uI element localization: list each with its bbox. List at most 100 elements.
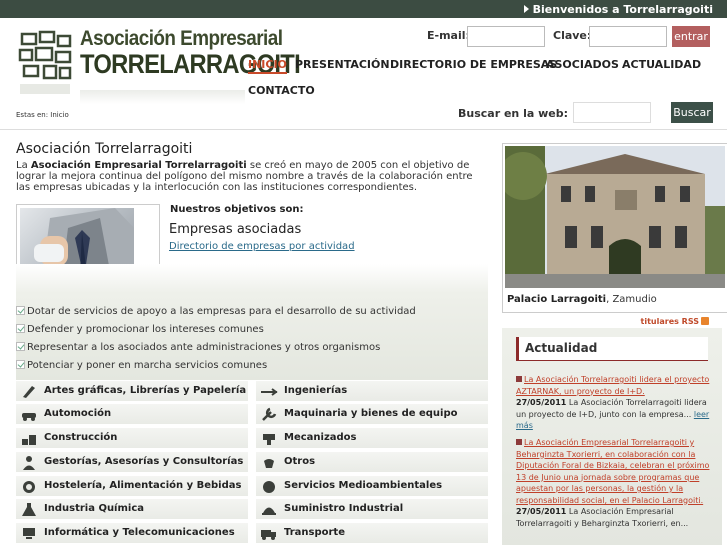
objective-item: Representar a los asociados ante adminis…	[16, 342, 380, 353]
palace-illustration	[505, 146, 725, 288]
email-label: E-mail:	[427, 29, 470, 42]
wrench-icon	[262, 407, 277, 421]
associated-companies-heading: Empresas asociadas	[169, 222, 302, 237]
header: Asociación Empresarial TORRELARRAGOITI E…	[0, 18, 727, 130]
palace-name: Palacio Larragoiti	[507, 294, 607, 305]
truck-icon	[261, 530, 276, 540]
checkmark-icon	[16, 342, 25, 351]
email-field[interactable]	[467, 26, 545, 47]
news-headline-link[interactable]: La Asociación Empresarial Torrelarragoit…	[516, 438, 709, 505]
sector-label: Transporte	[284, 527, 345, 538]
objective-item: Potenciar y poner en marcha servicios co…	[16, 360, 267, 371]
machine-icon	[263, 434, 275, 445]
sector-suministro[interactable]: Suministro Industrial	[256, 499, 488, 520]
objective-text: Potenciar y poner en marcha servicios co…	[27, 360, 268, 371]
news-headline-link[interactable]: La Asociación Torrelarragoiti lidera el …	[516, 375, 709, 396]
bullet-icon	[516, 439, 522, 445]
enter-button[interactable]: entrar	[672, 26, 710, 47]
food-icon	[23, 481, 35, 493]
sector-transporte[interactable]: Transporte	[256, 523, 488, 544]
sector-label: Automoción	[44, 408, 112, 419]
sector-label: Informática y Telecomunicaciones	[44, 527, 235, 538]
objective-item: Dotar de servicios de apoyo a las empres…	[16, 306, 416, 317]
person-icon	[23, 456, 35, 470]
top-bar: Bienvenidos a Torrelarragoiti	[0, 0, 727, 18]
sector-label: Mecanizados	[284, 432, 357, 443]
sector-gestorias[interactable]: Gestorías, Asesorías y Consultorías	[16, 452, 248, 473]
sector-hosteleria[interactable]: Hostelería, Alimentación y Bebidas	[16, 476, 248, 497]
intro-text: La Asociación Empresarial Torrelarragoit…	[16, 160, 484, 193]
checkmark-icon	[16, 360, 25, 369]
nav-item-actualidad[interactable]: ACTUALIDAD	[622, 58, 701, 71]
nav-item-asociados[interactable]: ASOCIADOS	[546, 58, 619, 71]
sector-medioambientales[interactable]: Servicios Medioambientales	[256, 476, 488, 497]
objective-item: Defender y promocionar los intereses com…	[16, 324, 264, 335]
sector-industria-quimica[interactable]: Industria Química	[16, 499, 248, 520]
globe-icon	[263, 481, 275, 493]
nav-item-contacto[interactable]: CONTACTO	[248, 84, 315, 97]
objectives-label: Nuestros objetivos son:	[170, 204, 304, 215]
login-form: E-mail: Clave: entrar	[427, 26, 710, 47]
sector-automocion[interactable]: Automoción	[16, 404, 248, 425]
objective-text: Representar a los asociados ante adminis…	[27, 342, 381, 353]
breadcrumb: Estas en: Inicio	[16, 111, 69, 119]
sector-label: Otros	[284, 456, 316, 467]
objective-text: Defender y promocionar los intereses com…	[27, 324, 264, 335]
sector-label: Construcción	[44, 432, 118, 443]
helmet-icon	[262, 507, 276, 515]
search-button[interactable]: Buscar	[671, 102, 713, 123]
logo-reflection	[80, 90, 245, 104]
sector-label: Servicios Medioambientales	[284, 480, 443, 491]
search-label: Buscar en la web:	[458, 107, 568, 120]
search-input[interactable]	[573, 102, 651, 123]
sector-maquinaria[interactable]: Maquinaria y bienes de equipo	[256, 404, 488, 425]
sector-ingenierias[interactable]: Ingenierías	[256, 381, 488, 402]
search-form: Buscar en la web: Buscar	[413, 102, 713, 124]
palace-photo-frame: Palacio Larragoiti, Zamudio	[502, 143, 727, 313]
checkmark-icon	[16, 306, 25, 315]
page-title: Asociación Torrelarragoiti	[16, 141, 193, 157]
computer-icon	[23, 528, 35, 539]
welcome-text: Bienvenidos a Torrelarragoiti	[532, 3, 713, 16]
rss-icon	[701, 317, 709, 325]
sector-artes-graficas[interactable]: Artes gráficas, Librerías y Papelería	[16, 381, 248, 402]
flask-icon	[22, 503, 36, 516]
main-content: Asociación Torrelarragoiti La Asociación…	[0, 131, 500, 545]
news-date: 27/05/2011	[516, 507, 567, 516]
right-column: Palacio Larragoiti, Zamudio titulares RS…	[500, 131, 727, 545]
news-date: 27/05/2011	[516, 398, 567, 407]
pen-icon	[23, 386, 35, 398]
password-label: Clave:	[553, 29, 592, 42]
nav-item-directorio[interactable]: DIRECTORIO DE EMPRESAS	[390, 58, 557, 71]
sector-informatica[interactable]: Informática y Telecomunicaciones	[16, 523, 248, 544]
sector-mecanizados[interactable]: Mecanizados	[256, 428, 488, 449]
objective-text: Dotar de servicios de apoyo a las empres…	[27, 306, 416, 317]
logo-text[interactable]: Asociación Empresarial TORRELARRAGOITI	[80, 28, 330, 79]
sector-label: Artes gráficas, Librerías y Papelería	[44, 385, 247, 396]
logo-icon[interactable]	[18, 30, 76, 102]
sector-otros[interactable]: Otros	[256, 452, 488, 473]
arrow-right-icon	[523, 5, 529, 13]
palace-caption: Palacio Larragoiti, Zamudio	[507, 294, 657, 305]
sector-construccion[interactable]: Construcción	[16, 428, 248, 449]
password-field[interactable]	[589, 26, 667, 47]
nav-item-inicio[interactable]: INICIO	[248, 58, 287, 74]
news-item: La Asociación Torrelarragoiti lidera el …	[516, 374, 710, 432]
palace-location: , Zamudio	[606, 294, 657, 305]
sector-label: Suministro Industrial	[284, 503, 404, 514]
news-item: La Asociación Empresarial Torrelarragoit…	[516, 437, 710, 529]
news-panel: Actualidad La Asociación Torrelarragoiti…	[502, 328, 722, 545]
intro-prefix: La	[16, 160, 31, 171]
sector-label: Gestorías, Asesorías y Consultorías	[44, 456, 244, 467]
car-icon	[22, 413, 36, 421]
sector-label: Maquinaria y bienes de equipo	[284, 408, 458, 419]
directory-by-activity-link[interactable]: Directorio de empresas por actividad	[169, 241, 355, 252]
building-icon	[22, 435, 36, 445]
objectives-list: Dotar de servicios de apoyo a las empres…	[16, 264, 488, 380]
rss-link[interactable]: titulares RSS	[641, 317, 709, 326]
news-title: Actualidad	[516, 337, 708, 361]
sector-label: Hostelería, Alimentación y Bebidas	[44, 480, 242, 491]
welcome-message: Bienvenidos a Torrelarragoiti	[523, 3, 713, 16]
intro-association-name: Asociación Empresarial Torrelarragoiti	[30, 160, 247, 171]
nav-item-presentacion[interactable]: PRESENTACIÓN	[295, 58, 390, 71]
